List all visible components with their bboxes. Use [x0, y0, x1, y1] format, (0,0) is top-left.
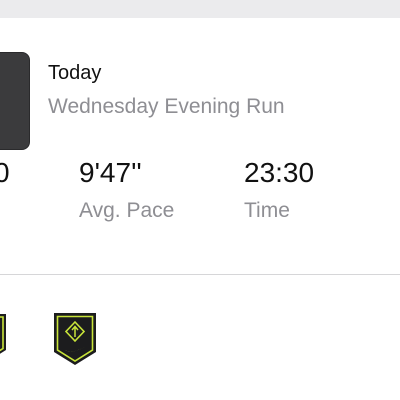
time-value: 23:30	[244, 157, 315, 188]
distance-value: 0	[0, 157, 10, 188]
time-label: Time	[244, 199, 290, 222]
avg-pace-value: 9'47''	[79, 157, 142, 188]
run-badge-icon[interactable]	[53, 312, 97, 366]
activity-name: Wednesday Evening Run	[48, 95, 285, 118]
activity-date: Today	[48, 62, 102, 84]
avg-pace-label: Avg. Pace	[79, 199, 175, 222]
activity-thumbnail[interactable]	[0, 52, 30, 150]
activity-screen: Today Wednesday Evening Run 0 9'47'' Avg…	[0, 0, 400, 400]
header-strip	[0, 0, 400, 18]
section-divider	[0, 274, 400, 275]
achievement-badge-icon[interactable]	[0, 312, 8, 364]
